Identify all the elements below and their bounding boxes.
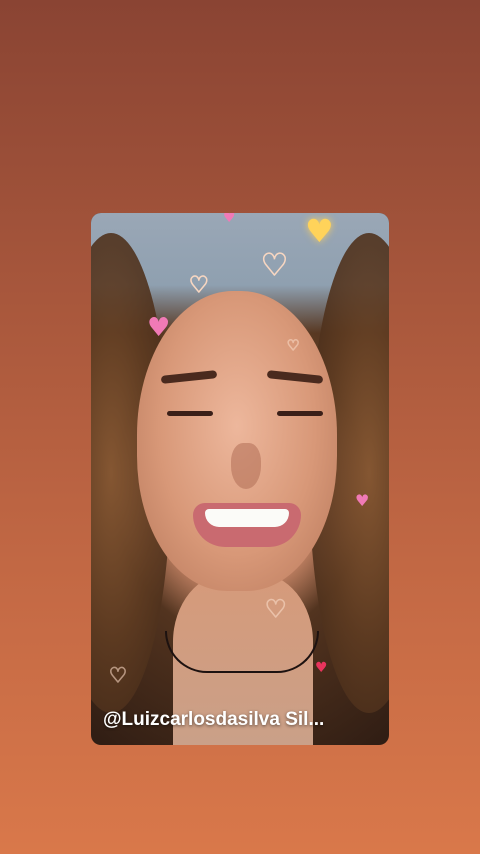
- heart-icon: ♥: [223, 213, 236, 226]
- eye: [277, 411, 323, 416]
- heart-icon: ♥: [108, 663, 127, 687]
- heart-icon: ♥: [188, 273, 209, 298]
- story-video-frame[interactable]: ♥ ♥ ♥ ♥ ♥ ♥ ♥ ♥ ♥ ♥ @Luizcarlosdasilva S…: [91, 213, 389, 745]
- teeth: [205, 509, 289, 527]
- heart-icon: ♥: [315, 660, 328, 676]
- heart-icon: ♥: [286, 338, 300, 354]
- eye: [167, 411, 213, 416]
- choker-necklace: [165, 631, 319, 673]
- nose: [231, 443, 261, 489]
- heart-icon: ♥: [147, 313, 171, 343]
- heart-icon: ♥: [264, 595, 287, 623]
- username-caption[interactable]: @Luizcarlosdasilva Sil...: [103, 709, 377, 731]
- heart-icon: ♥: [305, 213, 334, 250]
- heart-icon: ♥: [260, 248, 288, 283]
- heart-icon: ♥: [355, 491, 370, 510]
